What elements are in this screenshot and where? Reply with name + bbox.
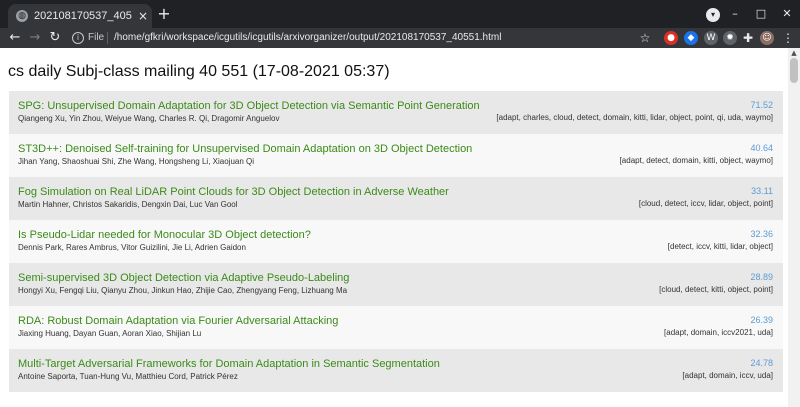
paper-score: 40.64 xyxy=(750,143,773,153)
paper-row: Is Pseudo-Lidar needed for Monocular 3D … xyxy=(9,220,783,263)
forward-button[interactable]: → xyxy=(26,29,44,47)
paper-tags: [cloud, detect, iccv, lidar, object, poi… xyxy=(638,199,773,208)
extensions-puzzle-icon[interactable]: ✚ xyxy=(740,29,756,47)
paper-title-link[interactable]: Fog Simulation on Real LiDAR Point Cloud… xyxy=(18,185,578,199)
browser-toolbar: ← → ↻ i File /home/gfkri/workspace/icgut… xyxy=(0,28,800,48)
page-title: cs daily Subj-class mailing 40 551 (17-0… xyxy=(8,63,390,80)
paper-title-link[interactable]: SPG: Unsupervised Domain Adaptation for … xyxy=(18,99,578,113)
paper-tags: [detect, iccv, kitti, lidar, object] xyxy=(667,242,773,251)
url-scheme-label: File xyxy=(88,32,105,43)
paper-title-link[interactable]: Semi-supervised 3D Object Detection via … xyxy=(18,271,578,285)
paper-tags: [adapt, domain, iccv, uda] xyxy=(682,371,773,380)
paper-row: Fog Simulation on Real LiDAR Point Cloud… xyxy=(9,177,783,220)
paper-score: 28.89 xyxy=(750,272,773,282)
browser-menu-icon[interactable]: ⋮ xyxy=(780,29,796,47)
extension-gear-icon[interactable]: ✹ xyxy=(723,31,737,45)
tab-title[interactable]: 202108170537_40551.htm xyxy=(34,9,132,23)
tab-search-icon[interactable]: ▾ xyxy=(706,8,720,22)
url-divider xyxy=(107,32,108,44)
scroll-thumb[interactable] xyxy=(790,58,798,83)
paper-tags: [adapt, detect, domain, kitti, object, w… xyxy=(619,156,773,165)
page-content: cs daily Subj-class mailing 40 551 (17-0… xyxy=(0,48,788,407)
paper-title-link[interactable]: ST3D++: Denoised Self-training for Unsup… xyxy=(18,142,578,156)
close-tab-icon[interactable]: × xyxy=(136,8,150,24)
paper-tags: [adapt, charles, cloud, detect, domain, … xyxy=(496,113,773,122)
minimize-button[interactable]: – xyxy=(727,6,743,22)
paper-score: 24.78 xyxy=(750,358,773,368)
paper-row: RDA: Robust Domain Adaptation via Fourie… xyxy=(9,306,783,349)
paper-title-link[interactable]: RDA: Robust Domain Adaptation via Fourie… xyxy=(18,314,578,328)
tab-strip: ◍ 202108170537_40551.htm × + ▾ – □ ✕ xyxy=(0,0,800,28)
close-window-button[interactable]: ✕ xyxy=(779,6,795,22)
back-button[interactable]: ← xyxy=(6,29,24,47)
maximize-button[interactable]: □ xyxy=(753,6,769,22)
extension-red-icon[interactable]: ● xyxy=(664,31,678,45)
paper-tags: [cloud, detect, kitti, object, point] xyxy=(659,285,773,294)
paper-score: 32.36 xyxy=(750,229,773,239)
browser-tab[interactable]: ◍ 202108170537_40551.htm × xyxy=(8,4,152,28)
paper-title-link[interactable]: Is Pseudo-Lidar needed for Monocular 3D … xyxy=(18,228,578,242)
paper-title-link[interactable]: Multi-Target Adversarial Frameworks for … xyxy=(18,357,578,371)
paper-list: SPG: Unsupervised Domain Adaptation for … xyxy=(9,91,783,392)
paper-row: Semi-supervised 3D Object Detection via … xyxy=(9,263,783,306)
scroll-up-icon[interactable]: ▲ xyxy=(788,48,800,58)
address-bar[interactable]: i File /home/gfkri/workspace/icgutils/ic… xyxy=(66,29,660,47)
paper-tags: [adapt, domain, iccv2021, uda] xyxy=(664,328,773,337)
url-text[interactable]: /home/gfkri/workspace/icgutils/icgutils/… xyxy=(114,31,654,45)
paper-row: SPG: Unsupervised Domain Adaptation for … xyxy=(9,91,783,134)
info-icon[interactable]: i xyxy=(72,32,84,44)
new-tab-button[interactable]: + xyxy=(156,6,172,22)
extension-w-icon[interactable]: W xyxy=(704,31,718,45)
paper-row: ST3D++: Denoised Self-training for Unsup… xyxy=(9,134,783,177)
paper-score: 71.52 xyxy=(750,100,773,110)
paper-row: Multi-Target Adversarial Frameworks for … xyxy=(9,349,783,392)
vertical-scrollbar[interactable]: ▲ xyxy=(788,48,800,407)
paper-score: 26.39 xyxy=(750,315,773,325)
profile-avatar[interactable]: ☺ xyxy=(760,31,774,45)
extension-shield-icon[interactable]: ◆ xyxy=(684,31,698,45)
globe-icon: ◍ xyxy=(16,10,28,22)
bookmark-star-icon[interactable]: ☆ xyxy=(637,29,653,47)
paper-score: 33.11 xyxy=(751,186,773,196)
reload-button[interactable]: ↻ xyxy=(46,29,64,47)
